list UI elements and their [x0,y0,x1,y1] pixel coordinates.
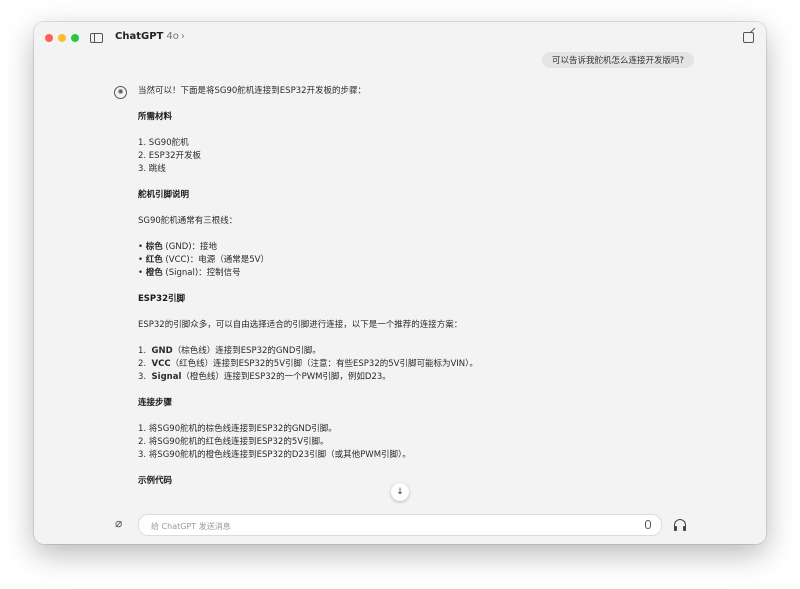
model-selector[interactable]: ChatGPT 4o › [115,31,185,42]
pin-desc: （橙色线）连接到ESP32的一个PWM引脚，例如D23。 [181,372,391,382]
wire-name: 棕色 [145,242,163,252]
list-number: 1. [138,346,147,356]
wire-name: 橙色 [145,268,163,278]
paragraph: ESP32的引脚众多，可以自由选择适合的引脚进行连接，以下是一个推荐的连接方案： [138,320,463,330]
openai-logo-icon: ✺ [114,86,127,99]
chevron-right-icon: › [180,31,185,42]
list-item: • 棕色 (GND)：接地 [138,242,218,252]
assistant-intro: 当然可以！下面是将SG90舵机连接到ESP32开发板的步骤： [138,86,367,96]
list-item: 3. Signal（橙色线）连接到ESP32的一个PWM引脚，例如D23。 [138,371,698,384]
app-title-text: ChatGPT [115,31,164,42]
list-item: 3. 将SG90舵机的橙色线连接到ESP32的D23引脚（或其他PWM引脚）。 [138,450,411,460]
section-heading: 示例代码 [138,476,173,486]
model-name: 4o [166,31,179,42]
list-number: 3. [138,372,147,382]
list-item: • 红色 (VCC)：电源（通常是5V） [138,255,269,265]
scroll-down-button[interactable]: ↓ [391,483,409,501]
sidebar-toggle-icon[interactable] [90,33,103,43]
paragraph: SG90舵机通常有三根线： [138,216,238,226]
assistant-message: 当然可以！下面是将SG90舵机连接到ESP32开发板的步骤： 所需材料 1. S… [138,85,698,488]
title-bar: ChatGPT 4o › [34,22,766,54]
arrow-down-icon: ↓ [396,487,404,497]
headphones-icon[interactable] [674,519,686,531]
pin-name: GND [151,346,173,356]
list-item: • 橙色 (Signal)：控制信号 [138,268,241,278]
new-chat-icon[interactable] [743,32,754,43]
user-message-bubble: 可以告诉我舵机怎么连接开发版吗? [541,52,694,68]
list-item: 1. GND（棕色线）连接到ESP32的GND引脚。 [138,345,698,358]
pin-name: VCC [151,359,171,369]
list-item: 1. SG90舵机 [138,138,189,148]
section-heading: 连接步骤 [138,398,173,408]
section-heading: ESP32引脚 [138,294,185,304]
minimize-window-button[interactable] [58,34,66,42]
wire-desc: (Signal)：控制信号 [162,268,241,278]
list-item: 3. 跳线 [138,164,166,174]
section-heading: 所需材料 [138,112,173,122]
close-window-button[interactable] [45,34,53,42]
list-item: 1. 将SG90舵机的棕色线连接到ESP32的GND引脚。 [138,424,337,434]
list-item: 2. VCC（红色线）连接到ESP32的5V引脚（注意：有些ESP32的5V引脚… [138,358,698,371]
pin-desc: （棕色线）连接到ESP32的GND引脚。 [172,346,321,356]
wire-desc: (GND)：接地 [162,242,218,252]
list-item: 2. ESP32开发板 [138,151,202,161]
pin-name: Signal [151,372,182,382]
section-heading: 舵机引脚说明 [138,190,190,200]
zoom-window-button[interactable] [71,34,79,42]
paperclip-icon[interactable]: ⌀ [115,517,122,529]
wire-name: 红色 [145,255,163,265]
app-window: ChatGPT 4o › 可以告诉我舵机怎么连接开发版吗? ✺ 当然可以！下面是将S… [34,22,766,544]
wire-desc: (VCC)：电源（通常是5V） [162,255,269,265]
list-item: 2. 将SG90舵机的红色线连接到ESP32的5V引脚。 [138,437,329,447]
message-input[interactable] [149,518,633,534]
list-number: 2. [138,359,147,369]
message-composer [138,514,662,536]
microphone-icon[interactable] [645,520,651,529]
pin-desc: （红色线）连接到ESP32的5V引脚（注意：有些ESP32的5V引脚可能标为VI… [170,359,478,369]
